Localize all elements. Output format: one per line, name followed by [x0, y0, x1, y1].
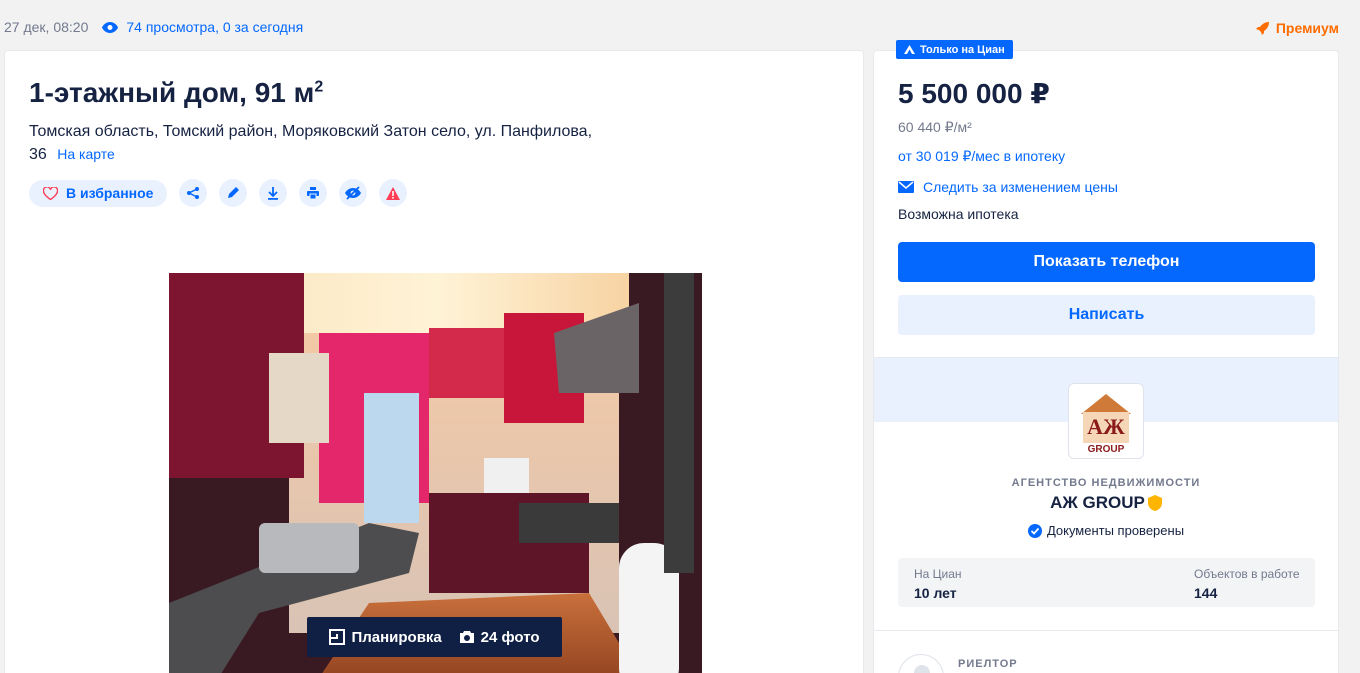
write-button[interactable]: Написать: [898, 295, 1315, 335]
kitchen-photo-image: [169, 273, 702, 673]
edit-icon: [228, 187, 240, 198]
mortgage-link[interactable]: от 30 019 ₽/мес в ипотеку: [898, 148, 1065, 165]
floor-plan-icon: [329, 629, 346, 645]
heart-icon: [43, 186, 58, 200]
views-text: 74 просмотра, 0 за сегодня: [126, 19, 304, 35]
download-button[interactable]: [259, 179, 288, 207]
mail-icon: [898, 181, 914, 193]
docs-verified-label: Документы проверены: [1046, 523, 1185, 538]
camera-icon: [459, 631, 474, 643]
only-cian-label: Только на Циан: [920, 43, 1005, 56]
hide-icon: [345, 186, 362, 200]
eye-icon: [102, 21, 119, 33]
svg-text:GROUP: GROUP: [1088, 444, 1125, 454]
listing-main-card: 1-этажный дом, 91 м2 Томская область, То…: [4, 50, 864, 673]
mortgage-possible: Возможна ипотека: [898, 206, 1019, 222]
photo-info-bar[interactable]: Планировка 24 фото: [307, 617, 562, 657]
shield-icon: [1147, 495, 1162, 511]
premium-badge: Премиум: [1255, 20, 1339, 36]
stat-on-cian-value: 10 лет: [914, 585, 957, 601]
photos-count-label: 24 фото: [480, 628, 540, 646]
stat-objects-label: Объектов в работе: [1194, 567, 1300, 581]
user-placeholder-icon: [914, 665, 930, 673]
listing-main-photo[interactable]: [169, 273, 702, 673]
agency-logo[interactable]: АЖ GROUP: [1068, 383, 1144, 459]
listing-address: Томская область, Томский район, Моряковс…: [29, 121, 609, 166]
avatar[interactable]: [898, 654, 944, 673]
show-phone-button[interactable]: Показать телефон: [898, 242, 1315, 282]
print-button[interactable]: [299, 179, 328, 207]
track-price-link[interactable]: Следить за изменением цены: [898, 179, 1118, 195]
share-icon: [187, 187, 200, 199]
docs-verified: Документы проверены: [874, 523, 1338, 538]
share-button[interactable]: [179, 179, 208, 207]
verified-check-icon: [1027, 523, 1042, 538]
edit-button[interactable]: [219, 179, 248, 207]
hide-button[interactable]: [339, 179, 368, 207]
premium-label: Премиум: [1275, 20, 1339, 36]
listing-meta: 27 дек, 08:20 74 просмотра, 0 за сегодня: [4, 19, 303, 35]
floor-plan-button[interactable]: Планировка: [329, 628, 442, 646]
agency-type: АГЕНТСТВО НЕДВИЖИМОСТИ: [1011, 477, 1201, 489]
svg-text:АЖ: АЖ: [1087, 414, 1125, 439]
agency-name-text: АЖ GROUP: [1050, 493, 1145, 512]
listing-actions: В избранное: [29, 179, 408, 207]
publish-date: 27 дек, 08:20: [4, 19, 89, 35]
rocket-icon: [1255, 22, 1269, 35]
stat-objects-value: 144: [1194, 585, 1218, 601]
warning-icon: [386, 186, 401, 200]
price-per-meter: 60 440 ₽/м²: [898, 119, 972, 135]
map-link[interactable]: На карте: [57, 146, 115, 162]
only-cian-badge: Только на Циан: [896, 40, 1013, 59]
download-icon: [268, 187, 279, 200]
track-price-label: Следить за изменением цены: [923, 179, 1118, 195]
floor-plan-label: Планировка: [351, 628, 442, 646]
favorite-label: В избранное: [66, 185, 154, 201]
report-button[interactable]: [379, 179, 408, 207]
views-counter[interactable]: 74 просмотра, 0 за сегодня: [102, 19, 303, 35]
agency-logo-image: АЖ GROUP: [1079, 394, 1133, 454]
favorite-button[interactable]: В избранное: [29, 179, 168, 207]
agency-name[interactable]: АЖ GROUP: [874, 493, 1338, 513]
photos-count-button[interactable]: 24 фото: [459, 629, 540, 646]
divider: [874, 630, 1338, 631]
price: 5 500 000 ₽: [898, 78, 1050, 109]
realtor-label: РИЕЛТОР: [958, 658, 1018, 670]
price-sidebar: 5 500 000 ₽ 60 440 ₽/м² от 30 019 ₽/мес …: [873, 50, 1339, 673]
agency-stats: На Циан 10 лет Объектов в работе 144: [898, 558, 1315, 607]
cian-logo-icon: [904, 45, 915, 54]
stat-objects: Объектов в работе 144: [1194, 567, 1300, 601]
stat-on-cian: На Циан 10 лет: [914, 567, 962, 601]
print-icon: [307, 187, 320, 200]
listing-title: 1-этажный дом, 91 м2: [29, 77, 324, 108]
stat-on-cian-label: На Циан: [914, 567, 962, 581]
